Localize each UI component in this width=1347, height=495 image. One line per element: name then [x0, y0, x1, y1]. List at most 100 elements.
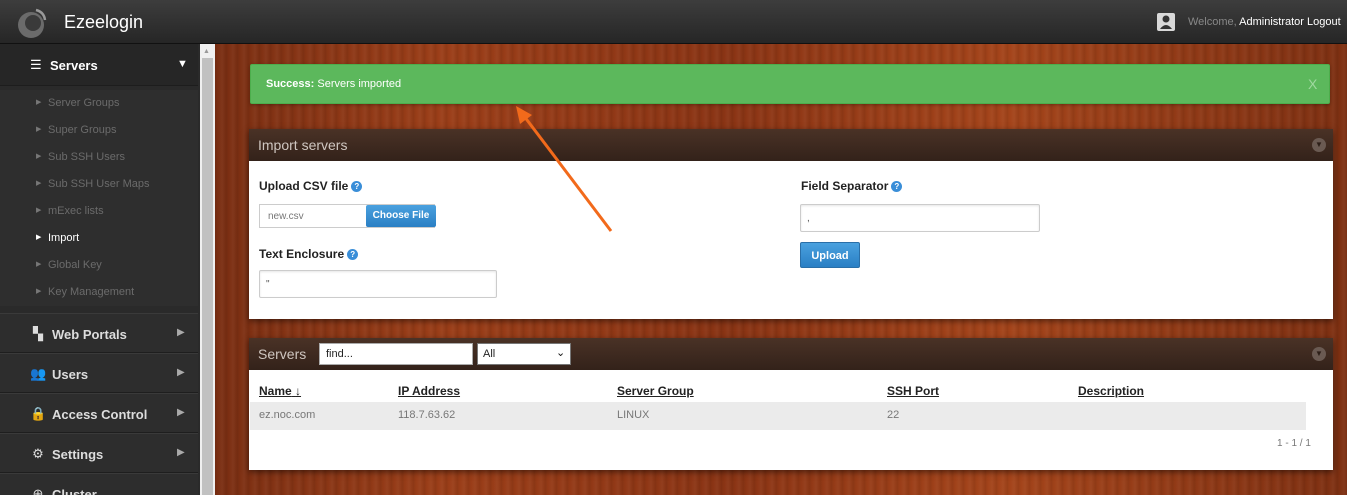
cell-name[interactable]: ez.noc.com: [259, 409, 315, 421]
close-icon[interactable]: X: [1308, 76, 1317, 92]
triangle-right-icon: ▶: [36, 126, 42, 133]
sidebar-item-label: Global Key: [48, 259, 102, 271]
cluster-icon: ⊕: [32, 486, 44, 495]
triangle-right-icon: ▶: [36, 207, 42, 214]
sidebar-item-super-groups[interactable]: ▶ Super Groups: [0, 117, 198, 144]
main-content: Success: Servers imported X Import serve…: [215, 44, 1347, 495]
upload-csv-label: Upload CSV file?: [259, 179, 363, 193]
logout-link[interactable]: Logout: [1307, 16, 1341, 28]
text-enclosure-label-text: Text Enclosure: [259, 247, 345, 261]
cell-port: 22: [887, 409, 900, 421]
sidebar-item-label: Key Management: [48, 286, 135, 298]
import-servers-panel: Import servers ▼ Upload CSV file? new.cs…: [249, 129, 1333, 319]
sidebar-group-label: Cluster: [52, 487, 97, 495]
field-separator-input[interactable]: ,: [800, 204, 1040, 232]
alert-text: Servers imported: [317, 78, 402, 90]
sidebar-section-label: Servers: [50, 58, 98, 73]
sidebar-group-label: Users: [52, 367, 89, 382]
cell-ip: 118.7.63.62: [398, 409, 456, 421]
chevron-right-icon: ▶: [177, 327, 185, 338]
upload-button[interactable]: Upload: [800, 242, 860, 268]
column-header-ip[interactable]: IP Address: [398, 384, 460, 398]
sidebar-item-key-management[interactable]: ▶ Key Management: [0, 279, 198, 306]
column-header-name[interactable]: Name ↓: [259, 384, 301, 398]
panel-title: Import servers: [258, 137, 348, 153]
scrollbar-thumb[interactable]: [202, 58, 213, 495]
sidebar-scrollbar[interactable]: ▲: [200, 44, 215, 495]
triangle-right-icon: ▶: [36, 153, 42, 160]
help-icon[interactable]: ?: [891, 181, 903, 192]
text-enclosure-label: Text Enclosure?: [259, 247, 359, 261]
welcome-prefix: Welcome,: [1188, 16, 1237, 28]
column-header-server-group[interactable]: Server Group: [617, 384, 694, 398]
success-alert: Success: Servers imported X: [250, 64, 1330, 104]
sidebar-group-users[interactable]: 👥 Users ▶: [0, 353, 198, 393]
users-icon: 👥: [30, 366, 47, 381]
chevron-right-icon: ▶: [177, 367, 185, 378]
search-input[interactable]: find...: [319, 343, 473, 365]
collapse-toggle-icon[interactable]: ▼: [1312, 347, 1326, 361]
top-bar: Ezeelogin Welcome, Administrator Logout: [0, 0, 1347, 44]
sidebar-item-global-key[interactable]: ▶ Global Key: [0, 252, 198, 279]
column-header-description[interactable]: Description: [1078, 384, 1144, 398]
list-icon: ☰: [30, 57, 42, 72]
servers-panel: Servers find... All ⌄ ▼ Name ↓ IP Addres…: [249, 338, 1333, 470]
alert-strong: Success:: [266, 78, 315, 90]
sidebar-group-web-portals[interactable]: ▚ Web Portals ▶: [0, 313, 198, 353]
server-group-filter-select[interactable]: All ⌄: [477, 343, 571, 365]
sidebar-item-server-groups[interactable]: ▶ Server Groups: [0, 90, 198, 117]
field-separator-value: ,: [807, 213, 810, 224]
sidebar-item-label: Super Groups: [48, 124, 117, 136]
panel-header: Servers find... All ⌄ ▼: [249, 338, 1333, 370]
user-icon: [1157, 13, 1175, 31]
ezeelogin-logo: [18, 8, 47, 38]
help-icon[interactable]: ?: [347, 249, 359, 260]
chevron-right-icon: ▶: [177, 447, 185, 458]
sidebar-item-label: Sub SSH User Maps: [48, 178, 150, 190]
gears-icon: ⚙: [32, 446, 44, 461]
lock-icon: 🔒: [30, 406, 47, 421]
triangle-right-icon: ▶: [36, 180, 42, 187]
triangle-right-icon: ▶: [36, 234, 42, 241]
chevron-right-icon: ▶: [177, 407, 185, 418]
triangle-right-icon: ▶: [36, 288, 42, 295]
search-value: find...: [326, 348, 353, 360]
sort-down-icon: ↓: [295, 384, 302, 398]
scroll-up-icon[interactable]: ▲: [203, 48, 210, 55]
sidebar-item-sub-ssh-user-maps[interactable]: ▶ Sub SSH User Maps: [0, 171, 198, 198]
sidebar-item-label: Import: [48, 232, 80, 244]
text-enclosure-input[interactable]: ": [259, 270, 497, 298]
sidebar-group-settings[interactable]: ⚙ Settings ▶: [0, 433, 198, 473]
sidebar: ☰ Servers ▼ ▶ Server Groups ▶ Super Groups…: [0, 44, 215, 495]
panel-header: Import servers ▼: [249, 129, 1333, 161]
upload-csv-label-text: Upload CSV file: [259, 179, 349, 193]
sidebar-item-mexec-lists[interactable]: ▶ mExec lists: [0, 198, 198, 225]
pagination-info: 1 - 1 / 1: [1277, 438, 1311, 449]
sidebar-group-label: Web Portals: [52, 327, 127, 342]
sidebar-section-servers[interactable]: ☰ Servers ▼: [0, 44, 198, 86]
sidebar-item-sub-ssh-users[interactable]: ▶ Sub SSH Users: [0, 144, 198, 171]
user-name-link[interactable]: Administrator: [1239, 16, 1304, 28]
sidebar-group-access-control[interactable]: 🔒 Access Control ▶: [0, 393, 198, 433]
triangle-right-icon: ▶: [36, 261, 42, 268]
field-separator-label-text: Field Separator: [801, 179, 889, 193]
collapse-toggle-icon[interactable]: ▼: [1312, 138, 1326, 152]
field-separator-label: Field Separator?: [801, 179, 903, 193]
column-header-ssh-port[interactable]: SSH Port: [887, 384, 939, 398]
sidebar-item-import[interactable]: ▶ Import: [0, 225, 198, 252]
brand-name[interactable]: Ezeelogin: [64, 12, 143, 33]
welcome-text: Welcome, Administrator Logout: [1188, 16, 1341, 28]
choose-file-button[interactable]: Choose File: [366, 205, 436, 227]
alert-message: Success: Servers imported: [266, 78, 401, 90]
panel-title: Servers: [258, 346, 307, 362]
file-input[interactable]: new.csv Choose File: [259, 204, 436, 228]
caret-down-icon: ▼: [177, 58, 188, 70]
web-portals-icon: ▚: [33, 326, 43, 341]
text-enclosure-value: ": [266, 279, 270, 290]
help-icon[interactable]: ?: [351, 181, 363, 192]
cell-group: LINUX: [617, 409, 650, 421]
sidebar-group-label: Access Control: [52, 407, 148, 422]
filter-selected: All: [483, 348, 496, 360]
sidebar-group-cluster[interactable]: ⊕ Cluster: [0, 473, 198, 495]
triangle-right-icon: ▶: [36, 99, 42, 106]
